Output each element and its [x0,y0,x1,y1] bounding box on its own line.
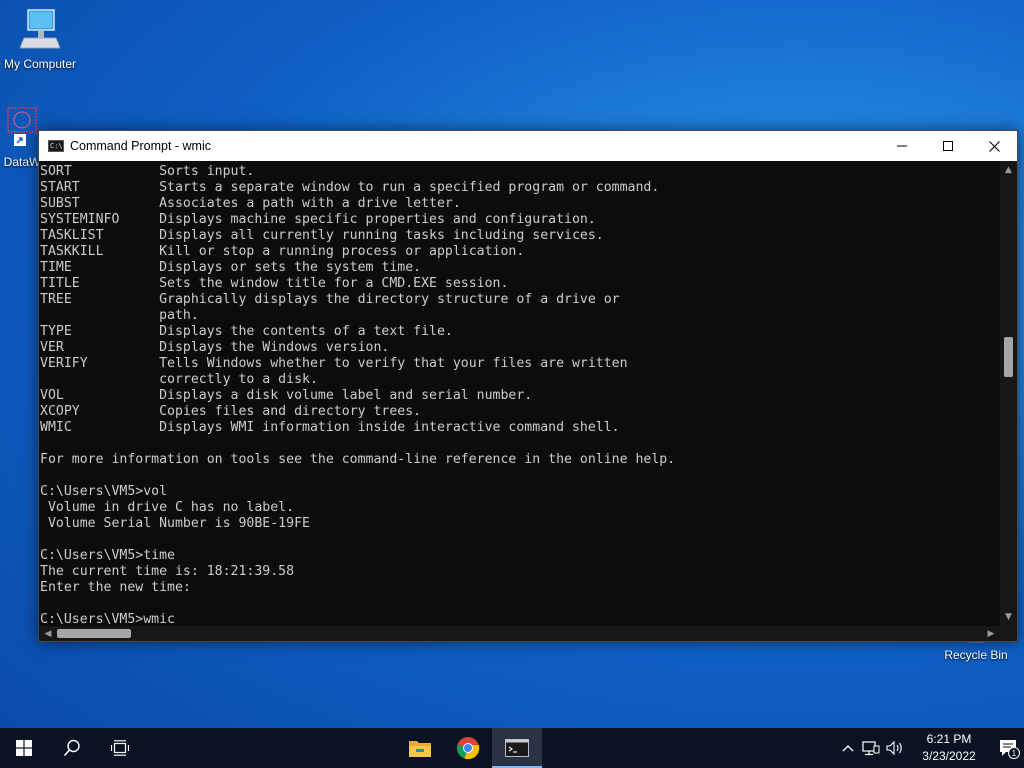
title-bar[interactable]: C:\ Command Prompt - wmic [39,131,1017,161]
maximize-icon [943,141,953,151]
shortcut-icon [2,106,42,153]
clock-date: 3/23/2022 [922,749,976,763]
chrome-icon [456,737,480,760]
close-icon [988,140,1000,152]
task-view-button[interactable] [96,728,144,768]
desktop-icon-dataw[interactable]: DataW [2,106,42,169]
show-hidden-icons-button[interactable] [838,728,858,768]
network-button[interactable] [860,728,882,768]
taskbar-command-prompt[interactable] [492,728,542,768]
taskbar-chrome[interactable] [444,728,492,768]
console-text: SORT Sorts input. START Starts a separat… [40,164,676,626]
task-view-icon [111,740,129,756]
windows-logo-icon [16,740,32,756]
clock-time: 6:21 PM [926,732,972,746]
action-center-button[interactable]: 1 [994,728,1024,768]
taskbar-file-explorer[interactable] [396,728,444,768]
scroll-left-arrow-icon[interactable]: ◀ [41,626,55,641]
close-button[interactable] [971,131,1017,161]
scroll-down-arrow-icon[interactable]: ▼ [1000,610,1017,624]
vertical-scroll-thumb[interactable] [1004,337,1013,377]
desktop-icon-label: My Computer [3,57,77,71]
folder-icon [409,741,431,757]
maximize-button[interactable] [925,131,971,161]
volume-button[interactable] [884,728,906,768]
start-button[interactable] [0,728,48,768]
command-prompt-window[interactable]: C:\ Command Prompt - wmic SORT Sorts inp… [38,130,1018,642]
scroll-up-arrow-icon[interactable]: ▲ [1000,163,1017,177]
speaker-icon [886,740,902,756]
scrollbar-corner [1000,626,1017,641]
command-prompt-icon: C:\ [48,140,64,152]
vertical-scrollbar[interactable]: ▲ ▼ [1000,161,1017,626]
notification-icon: 1 [1000,740,1020,759]
notification-count-badge: 1 [1012,749,1017,758]
search-button[interactable] [48,728,96,768]
chevron-up-icon [842,745,854,752]
window-title: Command Prompt - wmic [70,139,211,153]
computer-icon [2,8,78,55]
desktop-icon-label: Recycle Bin [944,648,1008,662]
console-output[interactable]: SORT Sorts input. START Starts a separat… [39,161,1000,626]
horizontal-scrollbar[interactable]: ◀ ▶ [39,626,1000,641]
clock[interactable]: 6:21 PM 3/23/2022 [908,728,990,768]
minimize-icon [897,145,907,147]
minimize-button[interactable] [879,131,925,161]
horizontal-scroll-thumb[interactable] [57,629,131,638]
taskbar: 6:21 PM 3/23/2022 1 [0,728,1024,768]
desktop-icon-my-computer[interactable]: My Computer [2,8,78,71]
search-icon [63,739,80,757]
command-prompt-icon [505,739,529,757]
desktop-icon-label: DataW [3,155,41,169]
network-icon [862,741,880,756]
scroll-right-arrow-icon[interactable]: ▶ [984,626,998,641]
